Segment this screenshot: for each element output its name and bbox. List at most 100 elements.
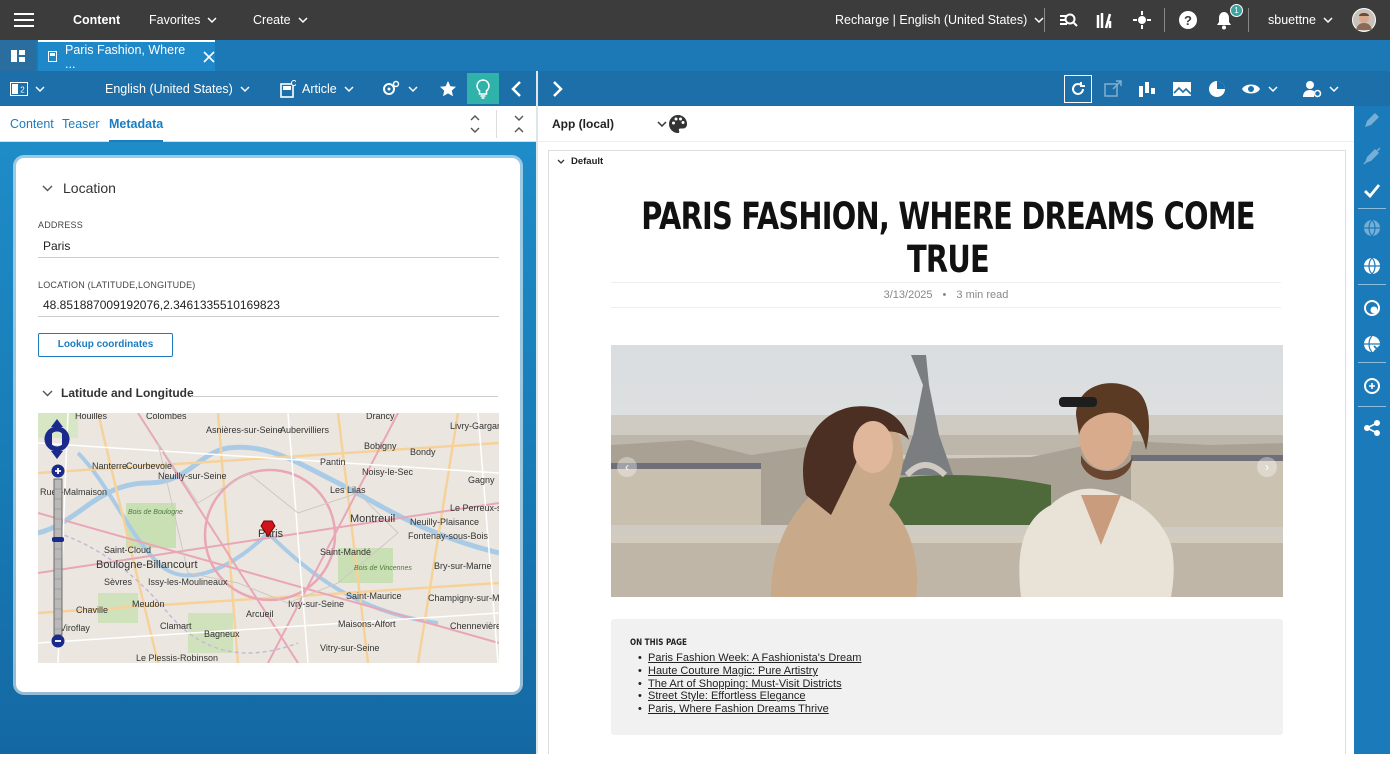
map-label: Courbevoie [126, 461, 173, 471]
star-icon[interactable] [439, 71, 457, 106]
favorites-menu[interactable]: Favorites [149, 0, 218, 40]
share-icon[interactable] [1362, 418, 1382, 438]
tab-teaser[interactable]: Teaser [62, 106, 100, 142]
map-label: Chaville [76, 605, 109, 615]
map-label: Bondy [410, 447, 436, 457]
toc-link[interactable]: Paris Fashion Week: A Fashionista's Drea… [648, 652, 861, 664]
map-label: Asnières-sur-Seine [206, 425, 283, 435]
lightbulb-icon[interactable] [467, 73, 499, 104]
map-label: Houilles [75, 413, 108, 421]
collapse-left-icon[interactable] [510, 71, 522, 106]
latlng-title: Latitude and Longitude [61, 386, 194, 400]
open-external-icon[interactable] [1104, 71, 1122, 106]
refresh-icon[interactable] [1064, 75, 1092, 103]
gear-search-icon [381, 80, 401, 98]
form-panel: Content Teaser Metadata Location ADDRESS… [0, 106, 536, 757]
globe-publish-icon[interactable] [1362, 256, 1382, 276]
svg-text:?: ? [1184, 13, 1192, 28]
translate-icon[interactable] [1362, 376, 1382, 396]
create-label: Create [253, 13, 291, 27]
palette-icon[interactable] [668, 114, 688, 134]
device-selector[interactable]: App (local) [552, 106, 668, 142]
site-selector[interactable]: Recharge | English (United States) [835, 0, 1045, 40]
map-label: Nanterre [92, 461, 128, 471]
map-label: Bois de Vincennes [354, 565, 412, 572]
map-label: Bagneux [204, 629, 240, 639]
create-menu[interactable]: Create [253, 0, 309, 40]
workflow-icon[interactable] [1132, 0, 1152, 40]
toc-link[interactable]: Street Style: Effortless Elegance [648, 690, 806, 702]
chevron-down-icon [42, 183, 53, 194]
location-map[interactable]: Houilles Colombes Asnières-sur-Seine Aub… [38, 413, 499, 663]
divider [191, 396, 498, 397]
default-group-header[interactable]: Default [557, 156, 603, 167]
toc-item[interactable]: Paris, Where Fashion Dreams Thrive [638, 703, 861, 716]
toc-item[interactable]: Street Style: Effortless Elegance [638, 690, 861, 703]
top-bar: Content Favorites Create Recharge | Engl… [0, 0, 1390, 40]
tab-metadata[interactable]: Metadata [109, 106, 164, 142]
edit-off-icon[interactable] [1362, 146, 1382, 166]
expand-right-icon[interactable] [552, 71, 564, 106]
sync-globe-icon[interactable] [1362, 298, 1382, 318]
location-marker-icon[interactable] [260, 519, 276, 537]
coordinates-field[interactable]: 48.851887009192076,2.3461335510169823 [38, 295, 499, 317]
toc-item[interactable]: The Art of Shopping: Must-Visit District… [638, 678, 861, 691]
divider [1358, 284, 1386, 285]
map-label: Le Plessis-Robinson [136, 653, 219, 663]
dashboard-icon[interactable] [0, 40, 36, 71]
tab-content[interactable]: Content [10, 106, 54, 142]
pie-chart-icon[interactable] [1208, 71, 1226, 106]
avatar[interactable] [1352, 0, 1376, 40]
user-menu[interactable]: sbuettne [1268, 0, 1334, 40]
chevron-down-icon [1322, 14, 1334, 26]
map-label: Bois de Boulogne [128, 509, 183, 516]
image-icon[interactable] [1172, 71, 1192, 106]
library-icon[interactable] [1096, 0, 1114, 40]
layout-switcher[interactable]: 2 [10, 71, 46, 106]
toc-item[interactable]: Paris Fashion Week: A Fashionista's Drea… [638, 652, 861, 665]
toc-link[interactable]: Haute Couture Magic: Pure Artistry [648, 665, 818, 677]
coordinates-label: LOCATION (LATITUDE,LONGITUDE) [38, 280, 196, 290]
carousel-next-icon[interactable]: › [1257, 457, 1277, 477]
divider [496, 110, 497, 138]
divider [1164, 8, 1165, 32]
doctype-label: Article [302, 81, 337, 96]
address-field[interactable]: Paris [38, 236, 499, 258]
table-of-contents: ON THIS PAGE Paris Fashion Week: A Fashi… [611, 619, 1283, 735]
check-icon[interactable] [1362, 181, 1382, 201]
map-label: Saint-Mandé [320, 547, 372, 557]
toc-list: Paris Fashion Week: A Fashionista's Drea… [638, 652, 861, 716]
expand-collapse-icon[interactable] [468, 112, 482, 136]
hero-image: ‹ › [611, 345, 1283, 597]
search-off-icon[interactable] [1058, 0, 1078, 40]
settings-search-menu[interactable] [381, 71, 419, 106]
globe-withdraw-icon[interactable] [1362, 334, 1382, 354]
toc-link[interactable]: Paris, Where Fashion Dreams Thrive [648, 703, 829, 715]
hamburger-menu-icon[interactable] [14, 0, 34, 40]
doctype-selector[interactable]: Article [280, 71, 355, 106]
pan-control-icon[interactable] [42, 417, 72, 461]
close-icon[interactable] [203, 50, 215, 63]
toc-item[interactable]: Haute Couture Magic: Pure Artistry [638, 665, 861, 678]
persona-menu[interactable] [1302, 71, 1340, 106]
content-menu[interactable]: Content [73, 0, 120, 40]
map-label: Neuilly-sur-Seine [158, 471, 227, 481]
latlng-section-header[interactable]: Latitude and Longitude [42, 386, 194, 400]
carousel-prev-icon[interactable]: ‹ [617, 457, 637, 477]
collapse-all-icon[interactable] [512, 112, 526, 136]
chevron-down-icon [206, 14, 218, 26]
location-section-header[interactable]: Location [42, 180, 116, 196]
chevron-down-icon [42, 388, 53, 399]
help-icon[interactable]: ? [1178, 0, 1198, 40]
eye-icon [1241, 82, 1261, 96]
tab-paris-fashion[interactable]: Paris Fashion, Where ... [38, 40, 215, 71]
locale-selector[interactable]: English (United States) [105, 71, 251, 106]
zoom-slider[interactable] [51, 463, 65, 649]
analytics-icon[interactable] [1138, 71, 1156, 106]
edit-disabled-icon[interactable] [1362, 110, 1382, 130]
visibility-menu[interactable] [1241, 71, 1279, 106]
lookup-coordinates-button[interactable]: Lookup coordinates [38, 333, 173, 357]
toc-link[interactable]: The Art of Shopping: Must-Visit District… [648, 678, 842, 690]
globe-disabled-icon[interactable] [1362, 218, 1382, 238]
map-label: Clamart [160, 621, 192, 631]
